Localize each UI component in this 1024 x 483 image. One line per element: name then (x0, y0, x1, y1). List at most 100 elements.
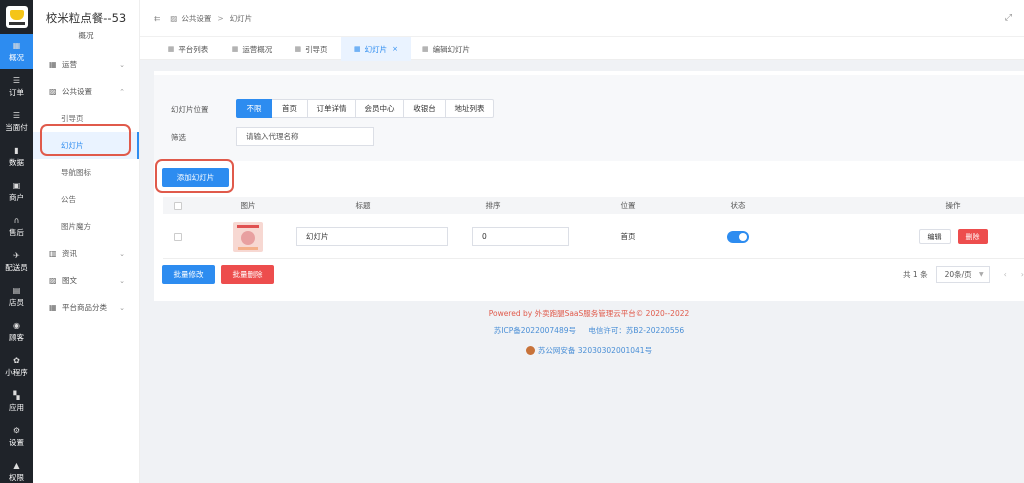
position-option-cashier[interactable]: 收银台 (404, 99, 446, 118)
store-name: 校米粒点餐--53 (45, 11, 127, 25)
secondary-sidebar: 校米粒点餐--53 概况 ▦ 运营 ⌄ ▨ 公共设置 ⌃ 引导页 幻灯片 导航图… (33, 0, 140, 483)
highlight-ring-add-button (155, 159, 234, 193)
chevron-down-icon: ⌄ (119, 249, 125, 258)
sidebar-item-product-categories[interactable]: ▦ 平台商品分类 ⌄ (33, 294, 139, 321)
nav-item-7[interactable]: ▤ 店员 (0, 279, 33, 314)
sidebar-subitem-nav-icons[interactable]: 导航图标 (33, 159, 139, 186)
nav-item-5[interactable]: ∩ 售后 (0, 209, 33, 244)
sort-input[interactable] (472, 227, 569, 246)
column-header-actions: 操作 (945, 201, 961, 210)
nav-item-label: 店员 (9, 297, 24, 307)
nav-item-12[interactable]: ▲ 权限 (0, 454, 33, 483)
chevron-down-icon: ▼ (978, 271, 984, 278)
batch-edit-button[interactable]: 批量修改 (162, 265, 215, 284)
telecom-license-link[interactable]: 电信许可：苏B2-20220556 (588, 326, 684, 335)
page-size-value: 20条/页 (944, 270, 972, 279)
tab-icon: ▦ (421, 45, 429, 53)
position-option-order-detail[interactable]: 订单详情 (308, 99, 356, 118)
breadcrumb-image-icon: ▨ (170, 13, 178, 23)
sidebar-subitem-image-cube[interactable]: 图片魔方 (33, 213, 139, 240)
police-record-link[interactable]: 苏公网安备 32030302001041号 (538, 345, 652, 356)
prev-page-icon[interactable]: ‹ (1004, 270, 1007, 279)
sort-cell (463, 214, 578, 259)
position-option-address-list[interactable]: 地址列表 (446, 99, 494, 118)
police-badge-icon (525, 346, 535, 355)
tab-icon: ▦ (354, 45, 361, 53)
tab-label: 幻灯片 (364, 44, 388, 54)
actions-cell: 编辑 删除 (893, 214, 1013, 259)
column-header-sort: 排序 (485, 201, 501, 210)
nav-item-label: 当面付 (5, 122, 28, 132)
dashboard-icon: ▦ (12, 40, 21, 50)
sidebar-subitem-notice[interactable]: 公告 (33, 186, 139, 213)
screen-filter-label: 筛选 (171, 133, 186, 142)
chevron-down-icon: ⌄ (119, 60, 125, 69)
nav-item-8[interactable]: ◉ 顾客 (0, 314, 33, 349)
collapse-sidebar-icon[interactable]: ⇇ (154, 14, 160, 23)
nav-item-label: 数据 (9, 157, 24, 167)
pay-icon: ☰ (12, 110, 21, 120)
tab-slideshow[interactable]: ▦ 幻灯片 × (341, 37, 411, 61)
sidebar-item-articles[interactable]: ▨ 图文 ⌄ (33, 267, 139, 294)
tab-guide[interactable]: ▦ 引导页 (286, 37, 336, 61)
nav-item-3[interactable]: ▮ 数据 (0, 139, 33, 174)
select-all-checkbox[interactable] (163, 197, 193, 214)
sidebar-item-label: 公共设置 (62, 87, 92, 96)
close-icon[interactable]: × (392, 45, 398, 53)
breadcrumb-item[interactable]: 公共设置 (181, 13, 211, 24)
settings-icon: ⚙ (12, 425, 21, 435)
nav-item-11[interactable]: ⚙ 设置 (0, 419, 33, 454)
tab-icon: ▦ (294, 45, 302, 53)
nav-item-9[interactable]: ✿ 小程序 (0, 349, 33, 384)
tab-operation-overview[interactable]: ▦ 运营概况 (222, 37, 282, 61)
nav-item-label: 权限 (9, 472, 24, 482)
news-icon: ▥ (49, 249, 57, 258)
column-header-position: 位置 (620, 201, 636, 210)
nav-item-1[interactable]: ☰ 订单 (0, 69, 33, 104)
sidebar-item-label: 图文 (62, 276, 77, 285)
nav-item-2[interactable]: ☰ 当面付 (0, 104, 33, 139)
license-line: 苏ICP备2022007489号 电信许可：苏B2-20220556 (154, 325, 1024, 336)
delete-button[interactable]: 删除 (957, 229, 988, 244)
category-icon: ▦ (49, 303, 57, 312)
nav-item-label: 应用 (9, 402, 24, 412)
nav-item-label: 配送员 (5, 262, 28, 272)
nav-item-label: 设置 (9, 437, 24, 447)
headset-icon: ∩ (13, 215, 20, 225)
nav-item-4[interactable]: ▣ 商户 (0, 174, 33, 209)
batch-delete-button[interactable]: 批量删除 (221, 265, 274, 284)
page-size-select[interactable]: 20条/页 ▼ (935, 266, 990, 283)
status-toggle[interactable] (727, 230, 749, 243)
sidebar-item-public-settings[interactable]: ▨ 公共设置 ⌃ (33, 78, 139, 105)
fullscreen-icon[interactable]: ⤢ (1005, 13, 1012, 23)
tab-icon: ▦ (167, 45, 175, 53)
nav-item-label: 顾客 (9, 332, 24, 342)
title-cell (287, 214, 457, 259)
app-logo (5, 6, 28, 28)
position-option-home[interactable]: 首页 (272, 99, 308, 118)
chevron-up-icon: ⌃ (119, 87, 125, 96)
sidebar-item-news[interactable]: ▥ 资讯 ⌄ (33, 240, 139, 267)
nav-item-label: 订单 (9, 87, 24, 97)
nav-item-0[interactable]: ▦ 概况 (0, 34, 33, 69)
chevron-down-icon: ⌄ (119, 303, 125, 312)
icp-link[interactable]: 苏ICP备2022007489号 (494, 326, 576, 335)
tab-edit-slideshow[interactable]: ▦ 编辑幻灯片 (416, 37, 476, 61)
position-option-all[interactable]: 不限 (236, 99, 272, 118)
nav-item-6[interactable]: ✈ 配送员 (0, 244, 33, 279)
column-header-status: 状态 (730, 201, 746, 210)
sidebar-item-operation[interactable]: ▦ 运营 ⌄ (33, 51, 139, 78)
tab-platform-list[interactable]: ▦ 平台列表 (158, 37, 218, 61)
position-option-member-center[interactable]: 会员中心 (356, 99, 404, 118)
breadcrumb-current: 幻灯片 (229, 13, 253, 23)
column-header-title: 标题 (355, 201, 371, 210)
row-checkbox[interactable] (163, 214, 193, 259)
nav-item-10[interactable]: ▚ 应用 (0, 384, 33, 419)
total-count: 共 1 条 (903, 270, 928, 279)
title-input[interactable] (296, 227, 448, 246)
customer-icon: ◉ (13, 320, 20, 330)
store-subtitle: 概况 (78, 31, 94, 40)
edit-button[interactable]: 编辑 (918, 229, 951, 244)
agent-search-input[interactable] (236, 127, 374, 146)
highlight-ring-sidebar (40, 124, 131, 156)
